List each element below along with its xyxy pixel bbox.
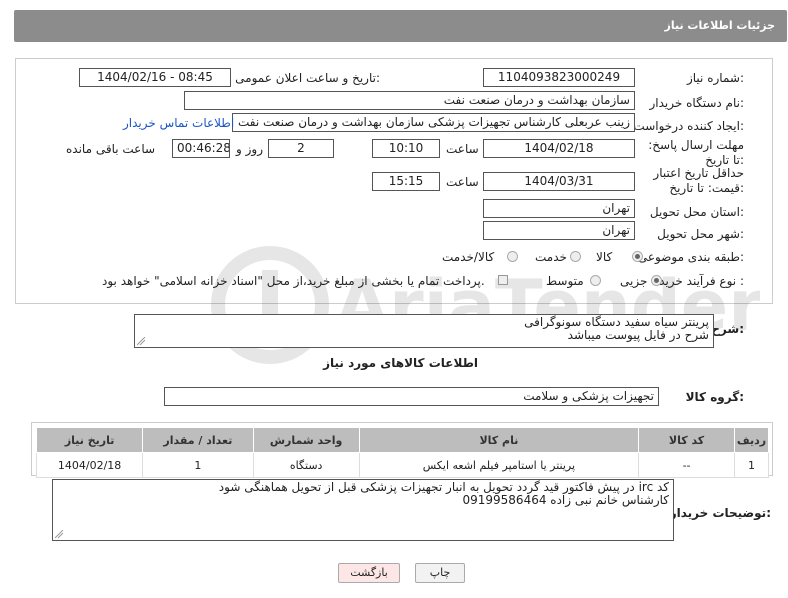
- price-time-field: 15:15: [372, 172, 440, 191]
- category-option-goods: کالا: [596, 250, 613, 264]
- col-header-code: کد کالا: [638, 427, 735, 453]
- announce-label: تاریخ و ساعت اعلان عمومی:: [235, 71, 380, 85]
- category-label: طبقه بندی موضوعی:: [637, 250, 744, 264]
- col-header-unit: واحد شمارش: [252, 427, 360, 453]
- print-button[interactable]: چاپ: [415, 563, 465, 583]
- col-header-date: تاریخ نیاز: [35, 427, 144, 453]
- reply-time-field: 10:10: [372, 139, 440, 158]
- goods-group-label: گروه کالا:: [685, 390, 744, 404]
- cell-unit: دستگاه: [252, 452, 360, 478]
- buyer-contact-link[interactable]: اطلاعات تماس خریدار: [123, 116, 234, 130]
- need-number-label: شماره نیاز:: [686, 71, 744, 85]
- cell-name: پرینتر یا استامپر فیلم اشعه ایکس: [358, 452, 640, 478]
- page-title: جزئیات اطلاعات نیاز: [664, 19, 776, 32]
- province-label: استان محل تحویل:: [649, 205, 744, 219]
- goods-group-field: تجهیزات پزشکی و سلامت: [164, 387, 659, 406]
- col-header-quantity: تعداد / مقدار: [142, 427, 254, 453]
- price-validity-label: حداقل تاریخ اعتبار قیمت: تا تاریخ:: [653, 166, 744, 195]
- goods-table-container: ردیف کد کالا نام کالا واحد شمارش تعداد /…: [31, 422, 773, 478]
- process-label: نوع فرآیند خرید :: [659, 274, 744, 288]
- category-option-service: خدمت: [535, 250, 567, 264]
- back-button[interactable]: بازگشت: [338, 563, 400, 583]
- treasury-payment-checkbox[interactable]: [498, 275, 508, 285]
- table-header-row: ردیف کد کالا نام کالا واحد شمارش تعداد /…: [35, 427, 770, 453]
- announce-field: 1404/02/16 - 08:45: [79, 68, 231, 87]
- city-label: شهر محل تحویل:: [657, 227, 744, 241]
- reply-time-label: ساعت: [446, 142, 479, 156]
- price-time-label: ساعت: [446, 175, 479, 189]
- buyer-org-field: سازمان بهداشت و درمان صنعت نفت: [184, 91, 635, 110]
- category-option-both: کالا/خدمت: [442, 250, 495, 264]
- buyer-org-label: نام دستگاه خریدار:: [649, 96, 745, 110]
- price-date-field: 1404/03/31: [483, 172, 635, 191]
- buyer-notes-label: توضیحات خریدار:: [669, 506, 771, 520]
- reply-deadline-label: مهلت ارسال پاسخ: تا تاریخ:: [648, 138, 744, 167]
- creator-label: ایجاد کننده درخواست:: [633, 119, 744, 133]
- resize-grip-icon[interactable]: [137, 337, 146, 346]
- col-header-row-number: ردیف: [733, 427, 770, 453]
- remaining-label: ساعت باقی مانده: [66, 142, 156, 156]
- creator-field: زینب عربعلی کارشناس تجهیزات پزشکی سازمان…: [232, 113, 635, 132]
- category-radio-goods[interactable]: [632, 251, 643, 262]
- cell-code: --: [638, 452, 735, 478]
- goods-table: ردیف کد کالا نام کالا واحد شمارش تعداد /…: [35, 427, 770, 478]
- remaining-time-field: 00:46:28: [172, 139, 230, 158]
- cell-row-number: 1: [733, 452, 770, 478]
- treasury-payment-note: پرداخت تمام یا بخشی از مبلغ خرید،از محل …: [102, 274, 485, 288]
- process-option-medium: متوسط: [546, 274, 584, 288]
- resize-grip-icon[interactable]: [55, 530, 64, 539]
- process-radio-medium[interactable]: [590, 275, 601, 286]
- process-option-minor: جزیی: [620, 274, 648, 288]
- city-field: تهران: [483, 221, 635, 240]
- need-number-field: 1104093823000249: [483, 68, 635, 87]
- reply-date-field: 1404/02/18: [483, 139, 635, 158]
- table-row[interactable]: 1 -- پرینتر یا استامپر فیلم اشعه ایکس دس…: [35, 452, 770, 478]
- buyer-notes-textarea[interactable]: کد irc در پیش فاکتور قید گردد تحویل به ا…: [52, 479, 674, 541]
- category-radio-both[interactable]: [507, 251, 518, 262]
- summary-textarea[interactable]: پرینتر سیاه سفید دستگاه سونوگرافی شرح در…: [134, 314, 714, 348]
- cell-quantity: 1: [142, 452, 254, 478]
- col-header-name: نام کالا: [358, 427, 640, 453]
- cell-date: 1404/02/18: [35, 452, 144, 478]
- days-label: روز و: [236, 142, 263, 156]
- category-radio-service[interactable]: [570, 251, 581, 262]
- province-field: تهران: [483, 199, 635, 218]
- goods-section-title: اطلاعات کالاهای مورد نیاز: [323, 356, 478, 370]
- page-header: جزئیات اطلاعات نیاز: [14, 10, 787, 42]
- process-radio-minor[interactable]: [651, 275, 662, 286]
- remaining-days-field: 2: [268, 139, 334, 158]
